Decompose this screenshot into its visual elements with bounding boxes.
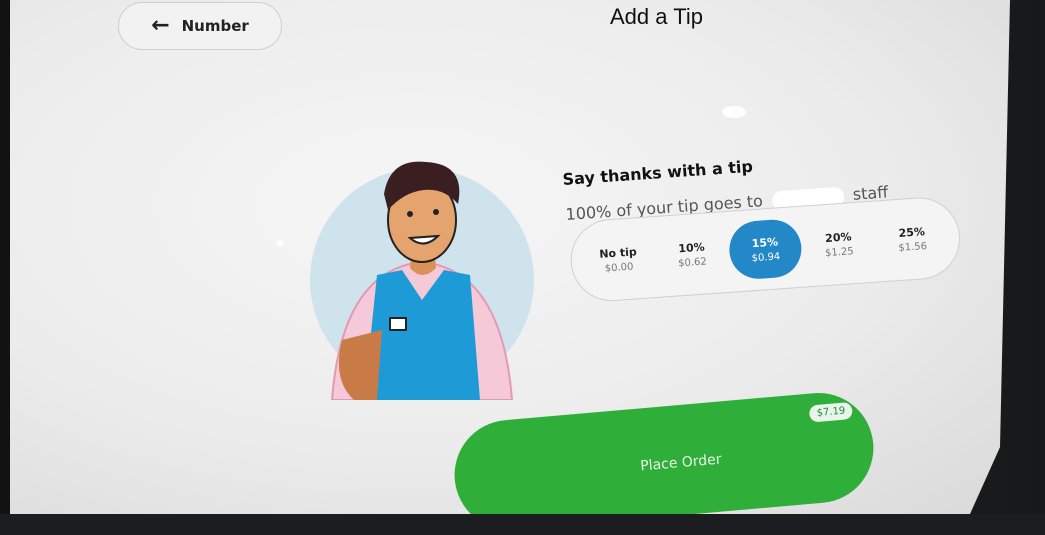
screen-glare [276, 240, 284, 246]
tip-option-25[interactable]: 25% $1.56 [874, 208, 950, 271]
barista-illustration [310, 161, 534, 400]
tip-option-10[interactable]: 10% $0.62 [654, 223, 730, 286]
back-button[interactable]: ← Number [118, 2, 282, 50]
tip-option-amount: $0.62 [677, 255, 708, 269]
tip-option-20[interactable]: 20% $1.25 [801, 213, 877, 276]
tip-option-label: 10% [677, 240, 706, 255]
tip-option-amount: $0.00 [604, 261, 634, 275]
tip-option-amount: $0.94 [751, 250, 781, 264]
tip-option-amount: $1.56 [898, 240, 928, 254]
tip-option-amount: $1.25 [824, 245, 855, 259]
tip-option-15[interactable]: 15% $0.94 [727, 217, 804, 281]
tip-option-none[interactable]: No tip $0.00 [581, 228, 657, 291]
page-title: Add a Tip [610, 4, 703, 29]
back-button-label: Number [181, 17, 249, 35]
kiosk-screen: ← Number Add a Tip Say thanks with a tip… [10, 0, 1010, 514]
place-order-button[interactable]: $7.19 Place Order [450, 388, 878, 514]
tip-option-label: 20% [824, 229, 852, 245]
screen-glare [722, 106, 746, 118]
tip-heading: Say thanks with a tip [562, 156, 754, 189]
tip-option-label: 15% [751, 234, 779, 250]
tip-option-label: No tip [598, 244, 638, 261]
tip-option-label: 25% [898, 224, 926, 240]
arrow-left-icon: ← [151, 13, 170, 38]
order-total-badge: $7.19 [809, 401, 853, 423]
place-order-label: Place Order [639, 451, 723, 475]
